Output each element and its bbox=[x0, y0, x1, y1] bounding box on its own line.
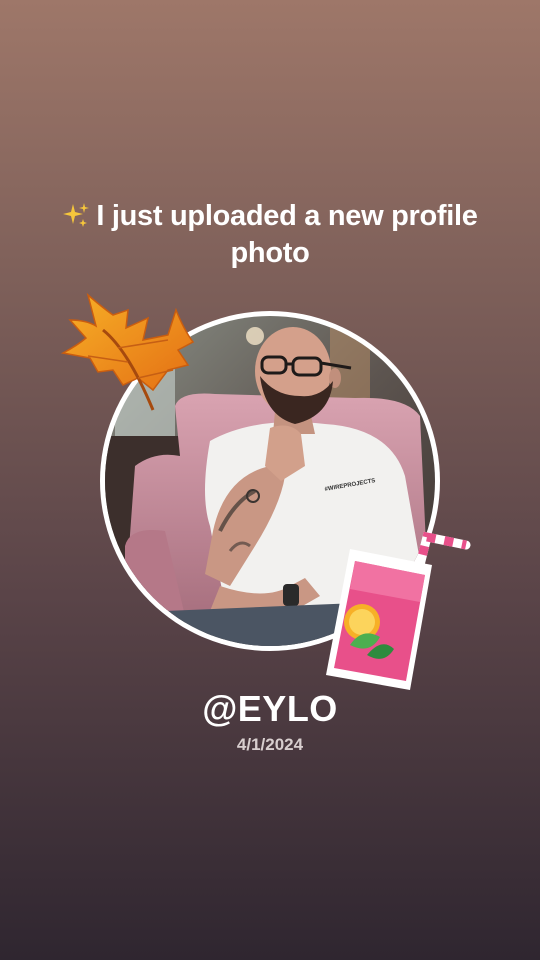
cocktail-glass-icon bbox=[326, 531, 471, 690]
headline-text: I just uploaded a new profile photo bbox=[96, 200, 478, 269]
headline: I just uploaded a new profile photo bbox=[40, 198, 500, 272]
sparkles-icon bbox=[63, 203, 90, 227]
maple-leaf-icon bbox=[60, 292, 195, 411]
upload-date: 4/1/2024 bbox=[236, 735, 304, 754]
username: @EYLO bbox=[202, 688, 338, 729]
